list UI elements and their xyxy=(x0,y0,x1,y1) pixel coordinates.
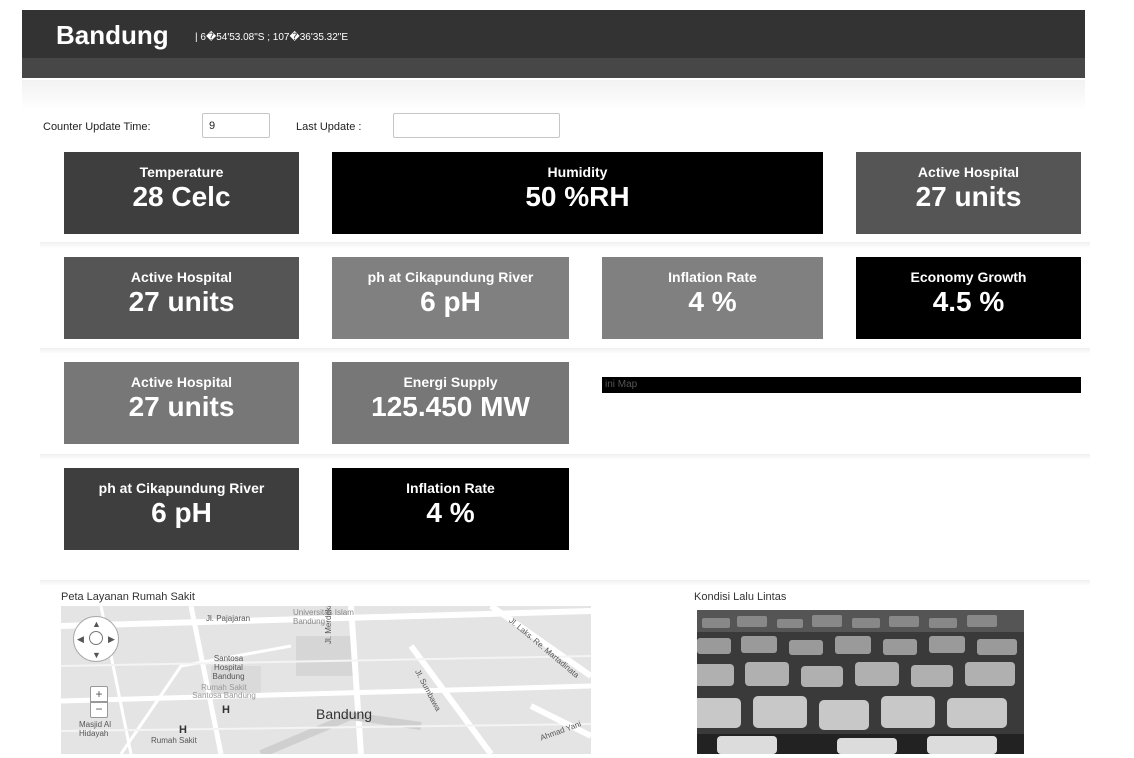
tile-value: 50 %RH xyxy=(525,181,630,212)
map-city-label: Bandung xyxy=(316,706,373,722)
zoom-in-button[interactable]: + xyxy=(90,686,108,702)
map-label: Jl. Merdeka xyxy=(324,606,333,644)
hospital-map[interactable]: Jl. Pajajaran Universitas Islam Bandung … xyxy=(61,606,591,754)
zoom-out-button[interactable]: − xyxy=(90,702,108,718)
pan-up-icon[interactable]: ▲ xyxy=(92,619,101,629)
city-coordinates: | 6�54'53.08"S ; 107�36'35.32"E xyxy=(195,32,349,43)
tile-label: Inflation Rate xyxy=(406,480,495,496)
tile-label: ph at Cikapundung River xyxy=(367,269,534,285)
pan-down-icon[interactable]: ▼ xyxy=(92,650,101,660)
tile-label: Inflation Rate xyxy=(668,269,757,285)
tile-river-ph: ph at Cikapundung River 6 pH xyxy=(64,468,299,550)
row-separator xyxy=(40,454,1090,460)
tile-value: 4 % xyxy=(426,497,475,528)
row-separator xyxy=(40,242,1090,248)
city-title: Bandung xyxy=(56,20,169,50)
page-header: Bandung | 6�54'53.08"S ; 107�36'35.32"E xyxy=(22,10,1085,78)
tile-value: 4 % xyxy=(688,286,737,317)
map-label: Rumah Sakit Santosa Bandung xyxy=(192,683,256,700)
tile-river-ph: ph at Cikapundung River 6 pH xyxy=(332,257,569,339)
tile-label: ph at Cikapundung River xyxy=(98,480,265,496)
map-pan-control[interactable]: ▲ ▼ ◀ ▶ xyxy=(73,616,119,662)
counter-update-label: Counter Update Time: xyxy=(43,121,151,133)
tile-inflation-rate: Inflation Rate 4 % xyxy=(332,468,569,550)
tile-label: Temperature xyxy=(139,164,224,180)
map-label: Santosa Hospital Bandung xyxy=(212,654,245,681)
hospital-map-title: Peta Layanan Rumah Sakit xyxy=(61,591,195,603)
tile-active-hospital: Active Hospital 27 units xyxy=(64,257,299,339)
map-label: Rumah Sakit xyxy=(151,736,197,745)
tile-economy-growth: Economy Growth 4.5 % xyxy=(856,257,1081,339)
tile-value: 125.450 MW xyxy=(371,391,530,422)
hospital-marker[interactable]: H xyxy=(222,704,230,716)
tile-label: Humidity xyxy=(547,164,608,180)
tile-value: 6 pH xyxy=(420,286,481,317)
counter-update-input[interactable] xyxy=(202,113,270,138)
map-label: Jl. Pajajaran xyxy=(206,614,251,623)
tile-value: 4.5 % xyxy=(932,286,1005,317)
tile-humidity: Humidity 50 %RH xyxy=(332,152,823,234)
tile-active-hospital: Active Hospital 27 units xyxy=(856,152,1081,234)
tile-value: 28 Celc xyxy=(132,181,231,212)
tile-label: Active Hospital xyxy=(130,374,233,390)
last-update-label: Last Update : xyxy=(296,121,362,133)
pan-left-icon[interactable]: ◀ xyxy=(77,634,84,645)
tile-value: 6 pH xyxy=(151,497,212,528)
traffic-image xyxy=(697,610,1024,754)
tile-label: Energi Supply xyxy=(403,374,498,390)
row-separator xyxy=(40,348,1090,354)
tile-value: 27 units xyxy=(128,391,235,422)
header-bar xyxy=(22,58,1085,78)
map-label: Masjid Al Hidayah xyxy=(79,720,112,738)
tile-active-hospital: Active Hospital 27 units xyxy=(64,362,299,444)
traffic-title: Kondisi Lalu Lintas xyxy=(694,591,787,603)
tile-energy-supply: Energi Supply 125.450 MW xyxy=(332,362,569,444)
tile-inflation-rate: Inflation Rate 4 % xyxy=(602,257,823,339)
hand-icon xyxy=(89,631,103,645)
tile-value: 27 units xyxy=(915,181,1022,212)
hospital-marker[interactable]: H xyxy=(179,724,187,736)
tile-label: Economy Growth xyxy=(910,269,1027,285)
pan-right-icon[interactable]: ▶ xyxy=(108,634,115,645)
tile-label: Active Hospital xyxy=(130,269,233,285)
tile-value: 27 units xyxy=(128,286,235,317)
tile-temperature: Temperature 28 Celc xyxy=(64,152,299,234)
tile-label: Active Hospital xyxy=(917,164,1020,180)
last-update-input[interactable] xyxy=(393,113,560,138)
traffic-photo xyxy=(697,610,1024,754)
content-shadow xyxy=(22,80,1085,110)
mini-map-placeholder: ini Map xyxy=(602,377,1081,393)
row-separator xyxy=(40,580,1090,586)
